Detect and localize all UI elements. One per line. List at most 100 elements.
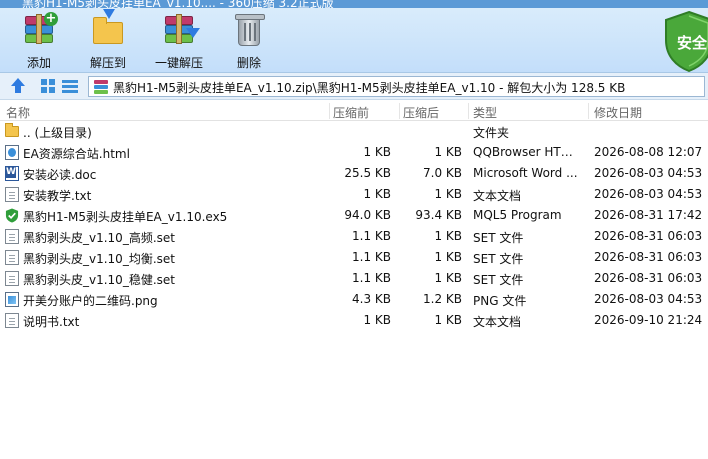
address-bar: 黑豹H1-M5剥头皮挂单EA_v1.10.zip\黑豹H1-M5剥头皮挂单EA_… [0,72,708,100]
file-modified: 2026-08-31 17:42 [594,208,703,222]
file-packed-size: 93.4 KB [415,208,462,222]
file-row[interactable]: 安装教学.txt 1 KB 1 KB 文本文档 2026-08-03 04:53 [0,184,708,205]
file-modified: 2026-08-31 06:03 [594,250,703,264]
column-divider[interactable] [468,103,469,119]
file-packed-size: 1 KB [434,145,462,159]
file-type: PNG 文件 [473,294,527,308]
file-size: 4.3 KB [352,292,391,306]
file-packed-size: 7.0 KB [423,166,462,180]
file-packed-size: 1 KB [434,229,462,243]
column-type[interactable]: 类型 [473,104,497,121]
set-file-icon [5,229,19,244]
delete-button-label: 删除 [236,56,261,70]
trash-icon [232,14,266,48]
text-file-icon [5,313,19,328]
column-divider[interactable] [329,103,330,119]
column-divider[interactable] [588,103,589,119]
file-packed-size: 1.2 KB [423,292,462,306]
file-name: 安装教学.txt [23,189,92,203]
file-size: 1.1 KB [352,250,391,264]
file-row[interactable]: 安装必读.doc 25.5 KB 7.0 KB Microsoft Word .… [0,163,708,184]
column-name[interactable]: 名称 [6,104,30,121]
file-row[interactable]: 黑豹剥头皮_v1.10_均衡.set 1.1 KB 1 KB SET 文件 20… [0,247,708,268]
word-file-icon [5,166,19,181]
thumbnail-view-icon[interactable] [40,78,56,94]
file-size: 1 KB [363,313,391,327]
security-shield-button[interactable]: 安全 [664,10,708,72]
extract-to-button[interactable]: 解压到 [77,9,139,72]
path-field[interactable]: 黑豹H1-M5剥头皮挂单EA_v1.10.zip\黑豹H1-M5剥头皮挂单EA_… [88,76,705,97]
archive-icon [94,80,108,94]
add-button-label: 添加 [26,56,51,70]
file-row[interactable]: 开美分账户的二维码.png 4.3 KB 1.2 KB PNG 文件 2026-… [0,289,708,310]
folder-icon [5,123,19,137]
text-file-icon [5,187,19,202]
column-size[interactable]: 压缩前 [333,104,369,121]
file-type: QQBrowser HTML... [473,145,583,159]
one-click-extract-button-label: 一键解压 [154,56,203,70]
file-size: 1.1 KB [352,229,391,243]
add-button[interactable]: + 添加 [8,12,70,72]
file-modified: 2026-08-31 06:03 [594,271,703,285]
file-row[interactable]: 说明书.txt 1 KB 1 KB 文本文档 2026-09-10 21:24 [0,310,708,331]
file-type: 文本文档 [473,315,522,329]
file-row[interactable]: 黑豹剥头皮_v1.10_稳健.set 1.1 KB 1 KB SET 文件 20… [0,268,708,289]
file-packed-size: 1 KB [434,187,462,201]
file-size: 1 KB [363,187,391,201]
file-packed-size: 1 KB [434,313,462,327]
set-file-icon [5,250,19,265]
list-view-icon[interactable] [62,78,78,94]
column-divider[interactable] [399,103,400,119]
file-packed-size: 1 KB [434,250,462,264]
file-type: SET 文件 [473,252,524,266]
window-title: 黑豹H1-M5剥头皮挂单EA_v1.10.... - 360压缩 3.2正式版 [22,0,334,8]
add-archive-icon: + [22,12,58,48]
file-list-header: 名称 压缩前 压缩后 类型 修改日期 [0,101,708,121]
file-packed-size: 1 KB [434,271,462,285]
set-file-icon [5,271,19,286]
file-type: Microsoft Word ... [473,166,578,180]
file-type: 文本文档 [473,189,522,203]
file-row[interactable]: EA资源综合站.html 1 KB 1 KB QQBrowser HTML...… [0,142,708,163]
file-row[interactable]: 黑豹H1-M5剥头皮挂单EA_v1.10.ex5 94.0 KB 93.4 KB… [0,205,708,226]
file-modified: 2026-08-03 04:53 [594,187,703,201]
file-name: 开美分账户的二维码.png [23,294,158,308]
file-size: 25.5 KB [344,166,391,180]
file-name: 黑豹剥头皮_v1.10_稳健.set [23,273,175,287]
file-name: 说明书.txt [23,315,80,329]
file-name: .. (上级目录) [23,126,92,140]
file-row[interactable]: .. (上级目录) 文件夹 [0,121,708,142]
file-name: 安装必读.doc [23,168,97,182]
up-arrow-icon[interactable] [10,78,26,94]
extract-to-folder-icon [91,9,125,48]
title-bar: 黑豹H1-M5剥头皮挂单EA_v1.10.... - 360压缩 3.2正式版 [0,0,708,8]
file-size: 1 KB [363,145,391,159]
html-file-icon [5,145,19,160]
file-modified: 2026-08-08 12:07 [594,145,703,159]
file-name: 黑豹H1-M5剥头皮挂单EA_v1.10.ex5 [23,210,228,224]
column-modified[interactable]: 修改日期 [594,104,642,121]
file-size: 94.0 KB [344,208,391,222]
file-row[interactable]: 黑豹剥头皮_v1.10_高频.set 1.1 KB 1 KB SET 文件 20… [0,226,708,247]
file-modified: 2026-08-03 04:53 [594,166,703,180]
shield-check-icon [5,208,19,223]
file-size: 1.1 KB [352,271,391,285]
file-name: 黑豹剥头皮_v1.10_均衡.set [23,252,175,266]
path-text: 黑豹H1-M5剥头皮挂单EA_v1.10.zip\黑豹H1-M5剥头皮挂单EA_… [113,81,626,95]
file-modified: 2026-09-10 21:24 [594,313,703,327]
file-modified: 2026-08-03 04:53 [594,292,703,306]
file-type: SET 文件 [473,231,524,245]
toolbar: + 添加 解压到 一键解压 删除 [0,8,708,72]
file-modified: 2026-08-31 06:03 [594,229,703,243]
column-packed[interactable]: 压缩后 [403,104,439,121]
one-click-extract-icon [162,14,200,48]
png-file-icon [5,292,19,307]
one-click-extract-button[interactable]: 一键解压 [148,12,210,72]
extract-to-button-label: 解压到 [89,56,126,70]
file-type: SET 文件 [473,273,524,287]
file-name: EA资源综合站.html [23,147,130,161]
file-name: 黑豹剥头皮_v1.10_高频.set [23,231,175,245]
security-badge-text: 安全 [676,34,707,52]
delete-button[interactable]: 删除 [218,12,280,72]
file-type: MQL5 Program [473,208,562,222]
